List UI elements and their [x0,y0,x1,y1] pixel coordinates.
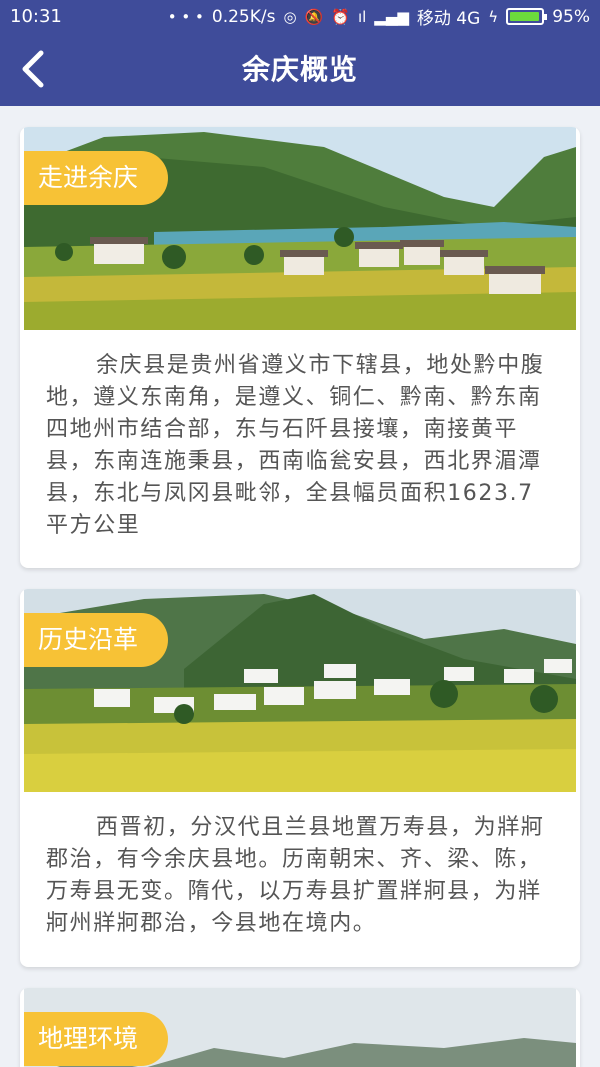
section-card-geography[interactable]: 地理环境 [20,988,580,1067]
network-speed: 0.25K/s [211,6,276,27]
section-image-village: 走进余庆 [24,127,576,330]
sync-icon: ◎ [283,7,297,26]
app-header: 余庆概览 [0,33,600,106]
section-card-history[interactable]: 历史沿革 西晋初，分汉代且兰县地置万寿县，为牂牁郡治，有今余庆县地。历南朝宋、齐… [20,589,580,967]
charging-icon: ϟ [488,7,499,26]
battery-fill [510,12,539,21]
section-tag: 走进余庆 [24,151,169,205]
section-image-mountains: 地理环境 [24,988,576,1067]
section-tag: 地理环境 [24,1012,169,1066]
section-card-intro[interactable]: 走进余庆 余庆县是贵州省遵义市下辖县，地处黔中腹地，遵义东南角，是遵义、铜仁、黔… [20,127,580,568]
battery-percent: 95% [552,6,590,27]
carrier-label: 移动 4G [416,9,481,29]
notification-dots: • • • [167,7,204,26]
status-time: 10:31 [10,6,62,27]
signal-off-icon: ıl [357,7,367,26]
content-scroll[interactable]: 走进余庆 余庆县是贵州省遵义市下辖县，地处黔中腹地，遵义东南角，是遵义、铜仁、黔… [0,106,600,1067]
mute-icon: 🔕 [304,7,324,26]
section-description: 余庆县是贵州省遵义市下辖县，地处黔中腹地，遵义东南角，是遵义、铜仁、黔南、黔东南… [46,353,545,538]
battery-icon [506,8,548,25]
status-bar: 10:31 • • • 0.25K/s ◎ 🔕 ⏰ ıl ▂▄▆ 移动 4G ϟ… [0,0,600,33]
section-tag: 历史沿革 [24,613,169,667]
section-image-fields: 历史沿革 [24,589,576,792]
page-title: 余庆概览 [241,53,358,86]
signal-icon: ▂▄▆ [374,7,409,26]
alarm-icon: ⏰ [331,7,350,26]
section-description: 西晋初，分汉代且兰县地置万寿县，为牂牁郡治，有今余庆县地。历南朝宋、齐、梁、陈，… [46,815,545,936]
